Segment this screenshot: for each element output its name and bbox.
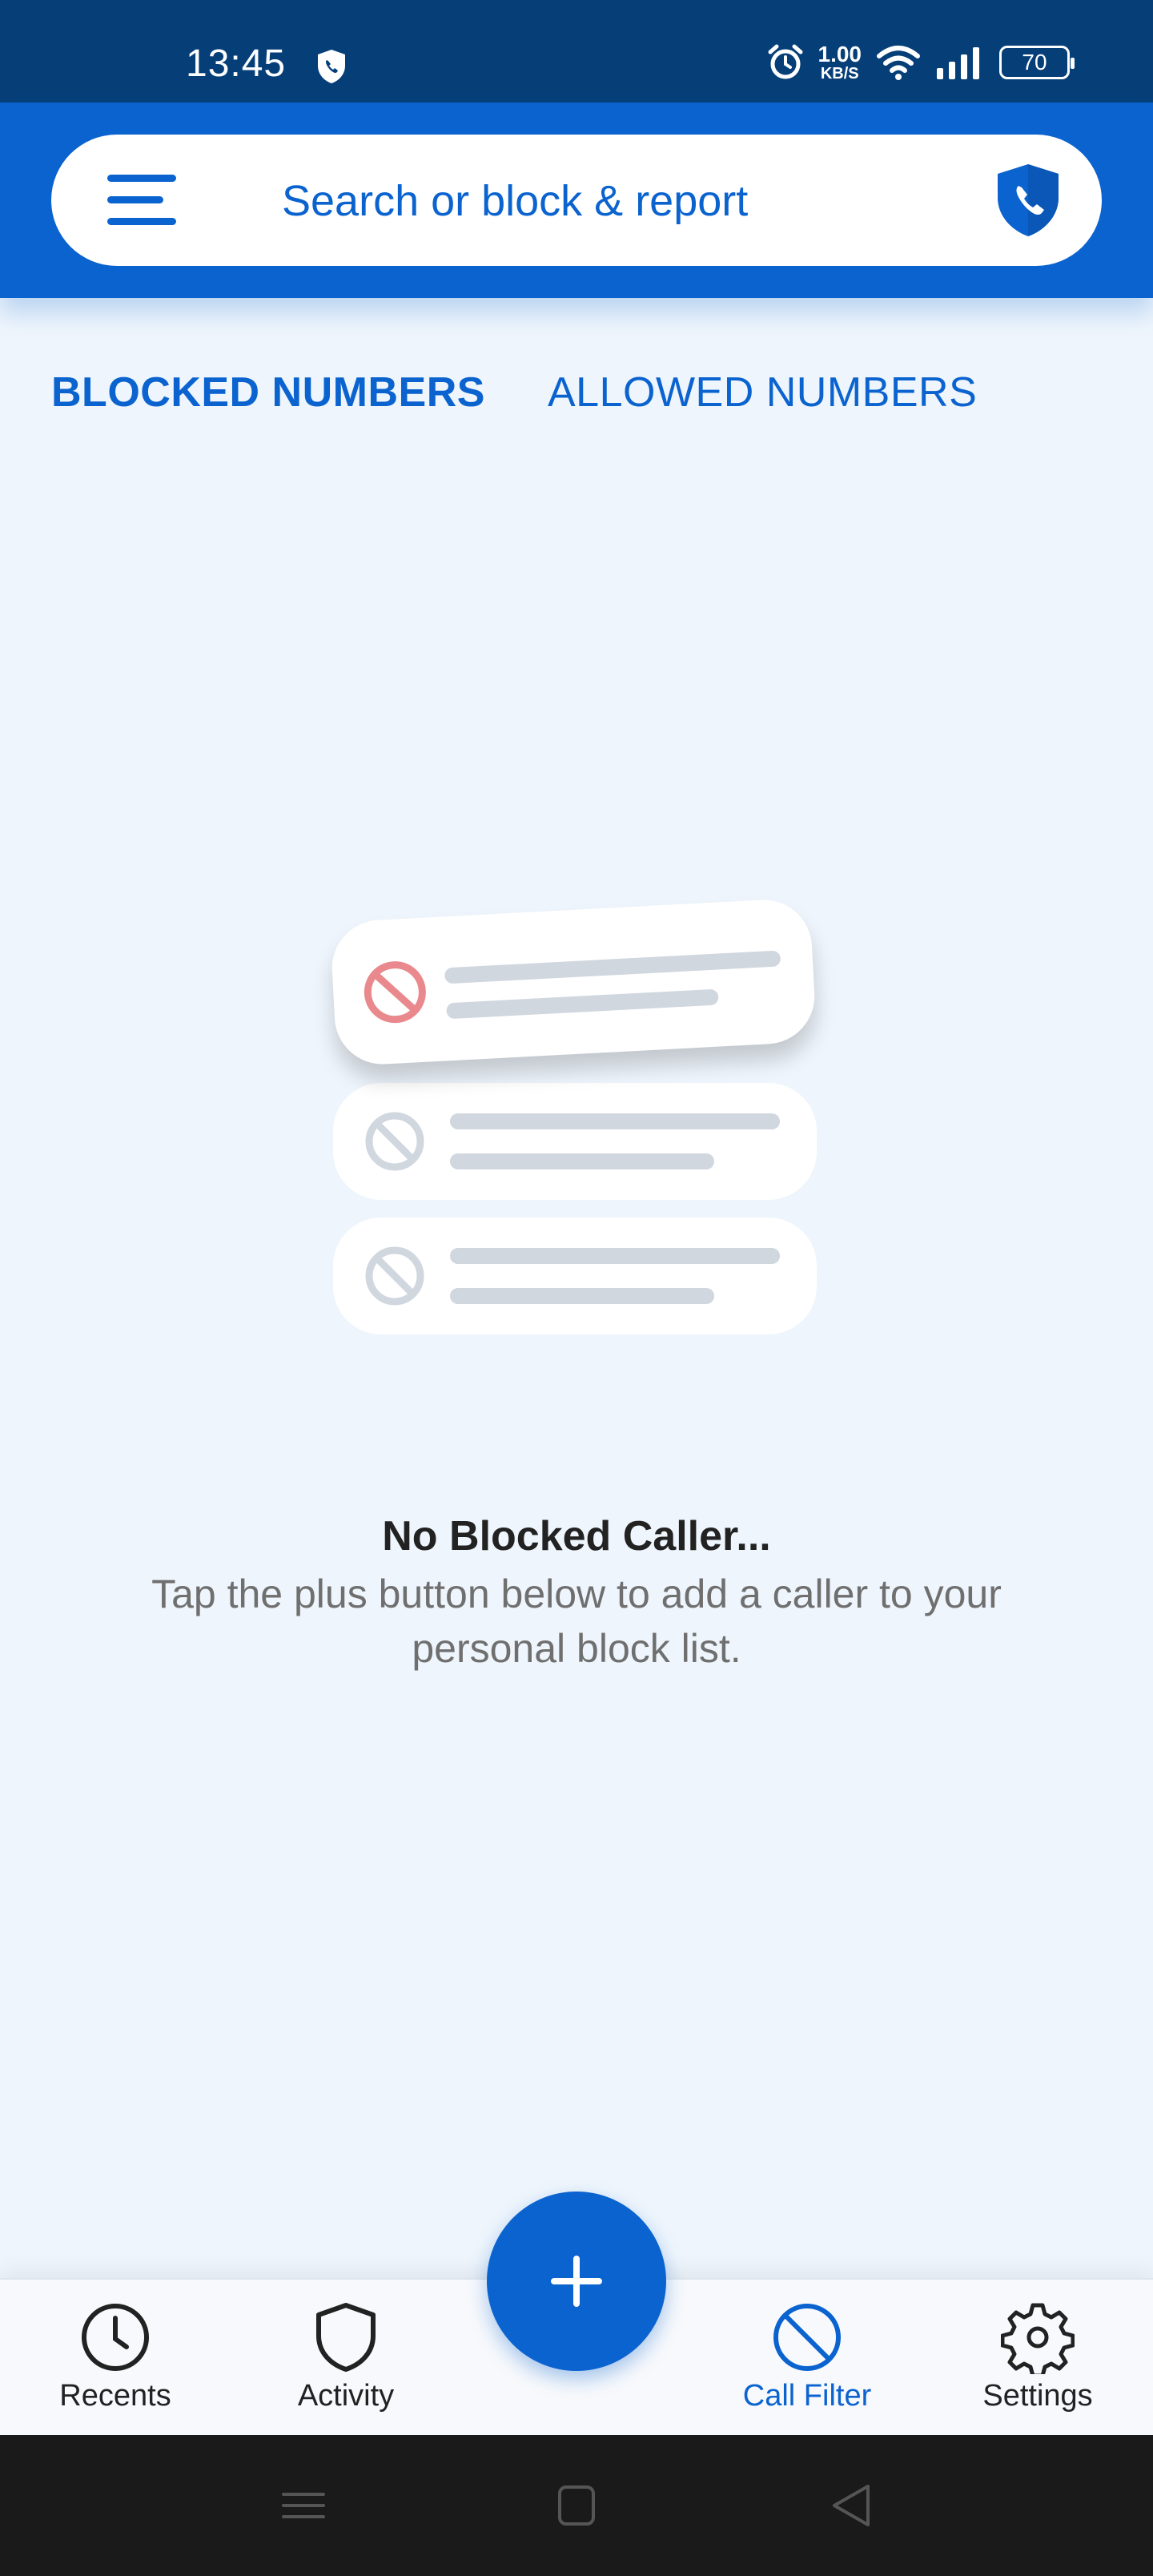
search-bar[interactable]: Search or block & report — [51, 135, 1102, 266]
app-header: Search or block & report — [0, 103, 1153, 298]
tab-blocked-numbers[interactable]: BLOCKED NUMBERS — [51, 368, 485, 417]
add-blocked-number-button[interactable] — [487, 2192, 666, 2371]
nav-item-call-filter[interactable]: Call Filter — [711, 2300, 903, 2413]
nav-label: Call Filter — [742, 2379, 872, 2413]
empty-state-title: No Blocked Caller... — [382, 1513, 771, 1560]
nav-item-recents[interactable]: Recents — [19, 2300, 211, 2413]
tab-allowed-numbers[interactable]: ALLOWED NUMBERS — [548, 368, 977, 417]
system-navigation-bar — [0, 2435, 1153, 2576]
nav-item-settings[interactable]: Settings — [942, 2300, 1134, 2413]
search-input[interactable]: Search or block & report — [282, 176, 748, 226]
network-speed: 1.00 KB/S — [818, 42, 862, 83]
alarm-icon — [768, 44, 802, 79]
tab-bar: BLOCKED NUMBERS ALLOWED NUMBERS — [0, 368, 1153, 433]
placeholder-card — [333, 1218, 817, 1334]
gear-icon — [1001, 2303, 1075, 2374]
recent-apps-icon[interactable] — [282, 2435, 325, 2576]
hamburger-menu-icon[interactable] — [107, 175, 176, 226]
nav-label: Settings — [982, 2379, 1093, 2413]
empty-state-illustration — [328, 897, 825, 1346]
placeholder-card — [333, 1083, 817, 1200]
status-bar: 13:45 1.00 KB/S 70 — [0, 0, 1153, 103]
block-icon — [365, 1112, 424, 1171]
nav-label: Activity — [297, 2379, 395, 2413]
empty-state-description: Tap the plus button below to add a calle… — [151, 1572, 1002, 1671]
status-icons: 1.00 KB/S 70 — [767, 42, 1075, 83]
status-time: 13:45 — [186, 42, 287, 85]
shield-icon — [316, 2303, 376, 2372]
shield-phone-status-icon — [318, 50, 345, 83]
home-icon[interactable] — [557, 2435, 596, 2576]
wifi-icon — [877, 46, 920, 80]
placeholder-card-highlighted — [329, 897, 818, 1067]
shield-phone-icon[interactable] — [994, 162, 1062, 239]
nav-item-activity[interactable]: Activity — [250, 2300, 442, 2413]
signal-icon — [937, 47, 979, 79]
plus-icon — [551, 2256, 602, 2307]
block-icon — [773, 2304, 841, 2371]
block-icon — [364, 961, 426, 1024]
block-icon — [365, 1246, 424, 1306]
battery-indicator: 70 — [999, 46, 1075, 79]
clock-icon — [82, 2304, 149, 2371]
back-icon[interactable] — [831, 2435, 871, 2576]
nav-label: Recents — [59, 2379, 171, 2413]
